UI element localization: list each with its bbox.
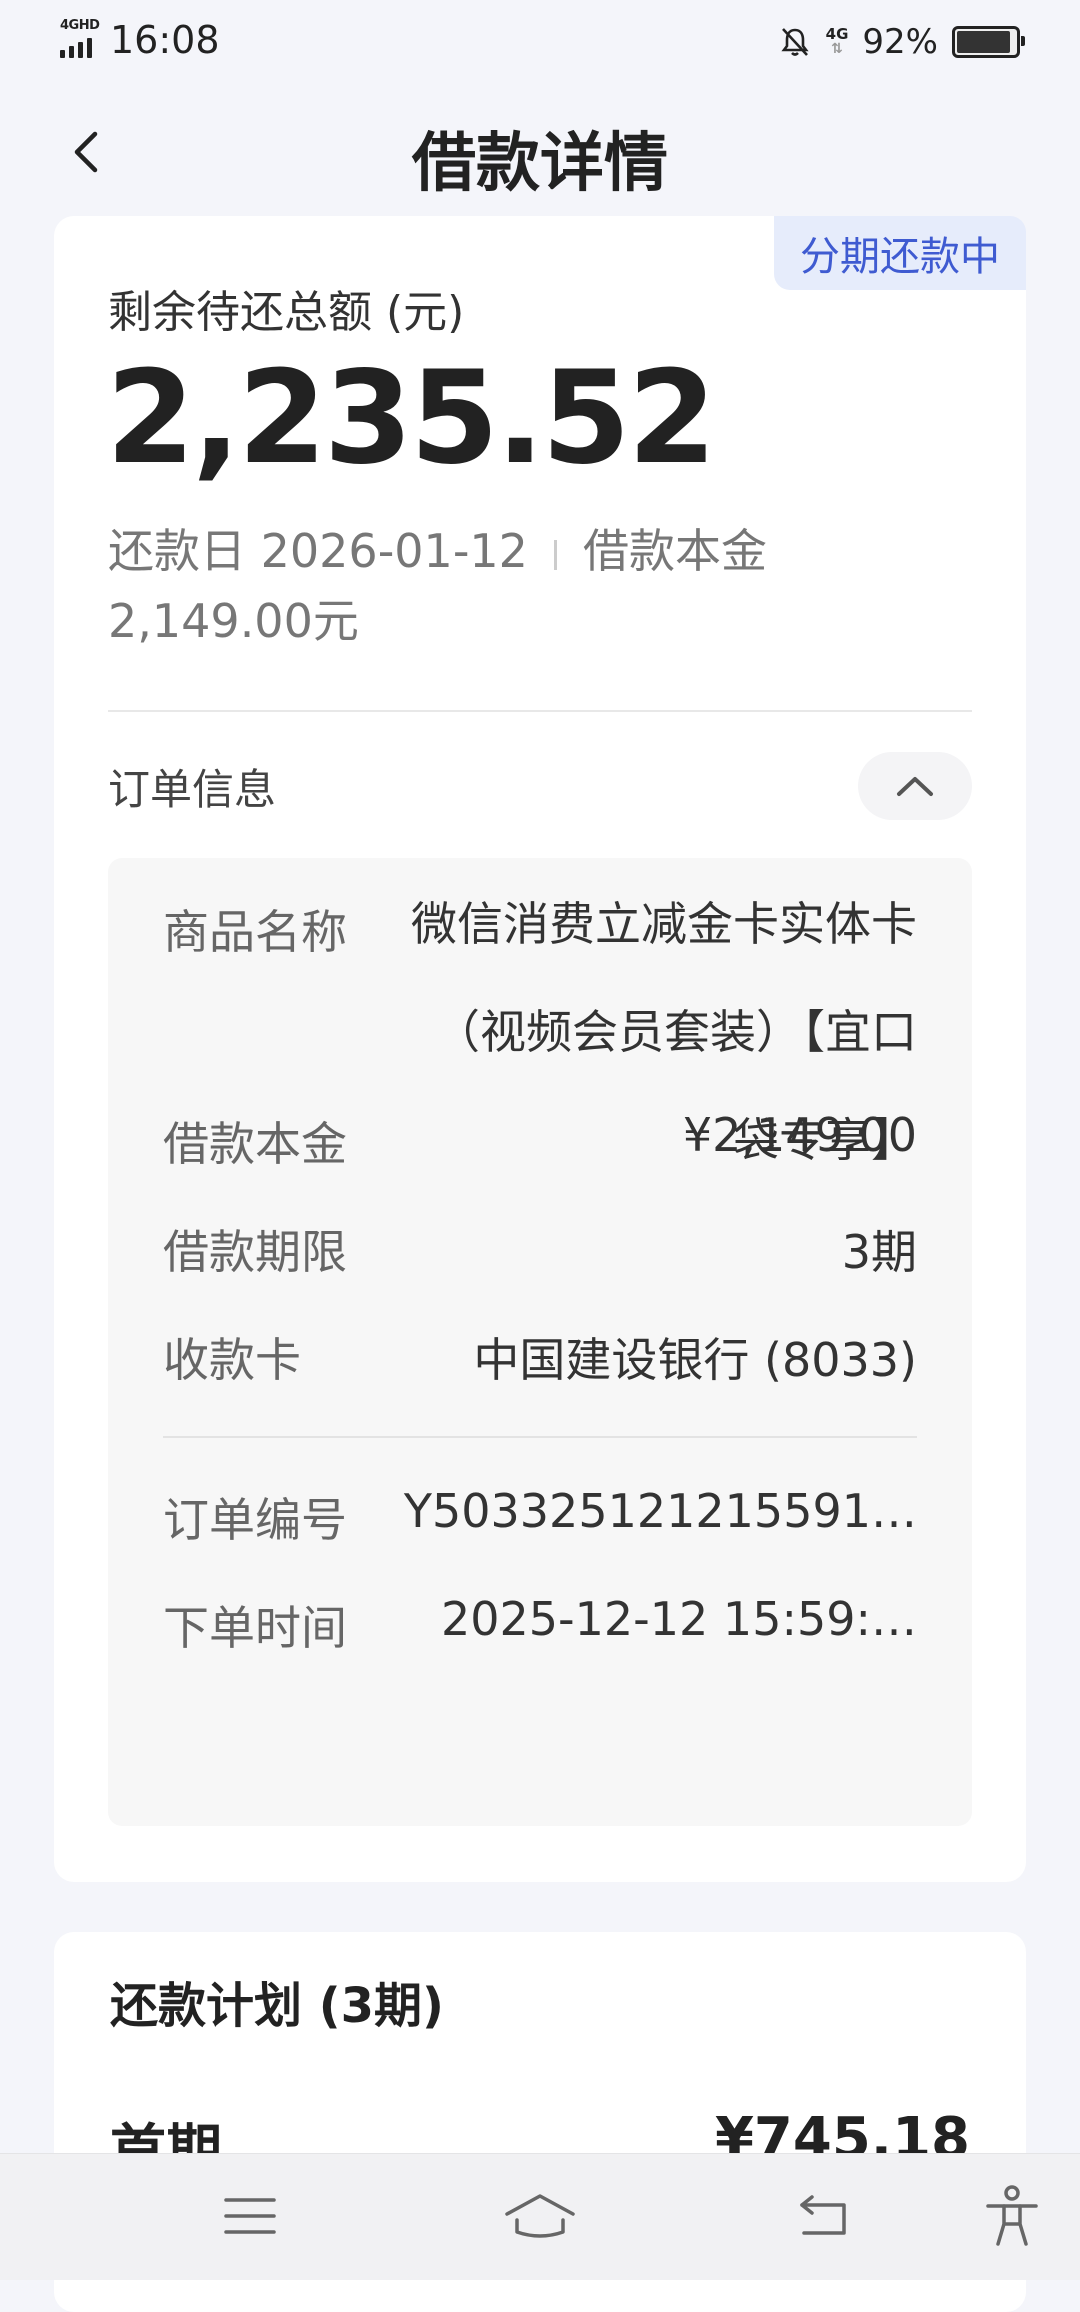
- loan-meta: 还款日 2026-01-12 借款本金 2,149.00元: [108, 516, 948, 656]
- accessibility-button[interactable]: [972, 2176, 1052, 2256]
- term-value: 3期: [841, 1225, 917, 1279]
- status-left: 4GHD 16:08: [60, 18, 220, 62]
- remaining-amount-label: 剩余待还总额 (元): [108, 287, 465, 338]
- info-divider: [163, 1436, 917, 1438]
- separator: [553, 539, 557, 570]
- term-label: 借款期限: [163, 1225, 347, 1279]
- header: 借款详情: [0, 100, 1080, 210]
- principal-row-value: ¥2,149.00: [682, 1108, 917, 1162]
- status-right: 4G ⇅ 92%: [778, 22, 1025, 62]
- principal-value: 2,149.00元: [108, 594, 359, 648]
- divider: [108, 710, 972, 712]
- due-date: 还款日 2026-01-12: [108, 524, 528, 578]
- receiving-card-label: 收款卡: [163, 1333, 301, 1387]
- back-nav-button[interactable]: [784, 2176, 864, 2256]
- order-time-label: 下单时间: [163, 1601, 347, 1655]
- principal-row-label: 借款本金: [163, 1117, 347, 1171]
- order-no-value: Y503325121215591…: [403, 1484, 917, 1538]
- battery-fill: [957, 31, 1011, 53]
- accessibility-icon: [986, 2185, 1038, 2246]
- status-badge: 分期还款中: [774, 216, 1026, 290]
- battery-percent: 92%: [862, 22, 938, 62]
- loan-detail-card: 分期还款中 剩余待还总额 (元) 2,235.52 还款日 2026-01-12…: [54, 216, 1026, 1882]
- home-icon: [505, 2194, 575, 2238]
- principal-label: 借款本金: [582, 524, 767, 578]
- order-no-label: 订单编号: [163, 1493, 347, 1547]
- receiving-card-value: 中国建设银行 (8033): [473, 1333, 917, 1387]
- order-info-box: 商品名称 微信消费立减金卡实体卡（视频会员套装）【宜口袋专享】 借款本金 ¥2,…: [108, 858, 972, 1826]
- battery-icon: [952, 26, 1025, 58]
- order-info-title: 订单信息: [108, 765, 277, 814]
- clock: 16:08: [110, 18, 220, 62]
- mobile-data-icon: 4G ⇅: [825, 25, 849, 57]
- back-arrow-icon: [800, 2195, 846, 2235]
- menu-button[interactable]: [210, 2176, 290, 2256]
- network-type: 4GHD: [60, 18, 100, 33]
- repayment-plan-title: 还款计划 (3期): [110, 1978, 444, 2034]
- order-time-value: 2025-12-12 15:59:…: [440, 1592, 917, 1646]
- bell-muted-icon: [781, 28, 809, 56]
- remaining-amount: 2,235.52: [106, 344, 717, 493]
- collapse-button[interactable]: [858, 752, 972, 820]
- home-button[interactable]: [500, 2176, 580, 2256]
- status-bar: 4GHD 16:08 4G ⇅ 92%: [0, 0, 1080, 82]
- product-name-label: 商品名称: [163, 905, 347, 959]
- page-title: 借款详情: [412, 127, 668, 201]
- signal-icon: 4GHD: [60, 18, 104, 62]
- navigation-bar: [0, 2153, 1080, 2280]
- chevron-up-icon: [897, 777, 933, 796]
- menu-icon: [224, 2198, 276, 2234]
